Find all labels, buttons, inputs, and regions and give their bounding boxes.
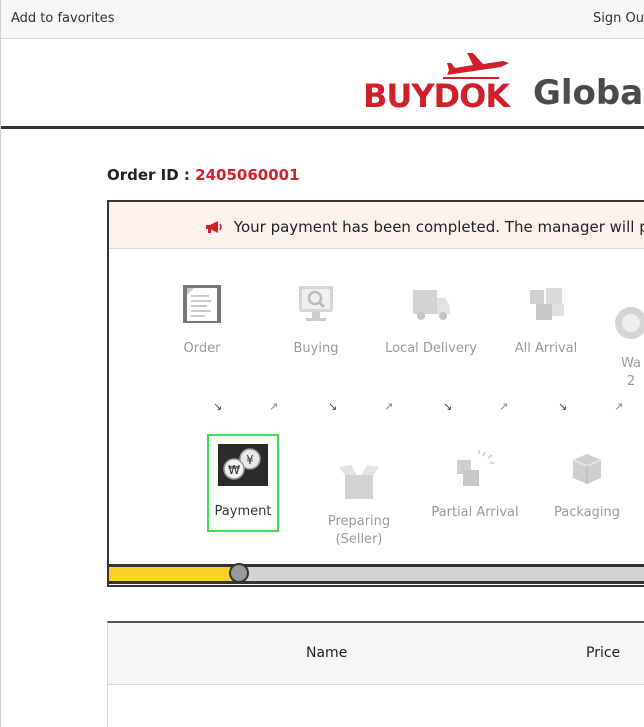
- step-buying-label: Buying: [293, 341, 339, 356]
- warehouse-icon: [615, 307, 644, 339]
- arrow-icon: ↘: [558, 400, 568, 413]
- page: Add to favorites Sign Out BUYDOK Global …: [0, 0, 644, 727]
- step-buying: Buying: [268, 284, 364, 358]
- step-packaging: Packaging: [539, 448, 635, 522]
- svg-text:₩: ₩: [228, 463, 240, 477]
- arrow-icon: ↗: [384, 400, 394, 413]
- order-id-label: Order ID :: [107, 166, 190, 184]
- order-document-icon: [183, 285, 221, 323]
- site-header: BUYDOK Global: [1, 39, 644, 129]
- table-header: Name Price: [108, 623, 644, 685]
- arrow-icon: ↘: [328, 400, 338, 413]
- order-progress-bar: [109, 563, 644, 584]
- truck-icon: [413, 290, 450, 320]
- step-preparing: Preparing (Seller): [311, 442, 407, 568]
- arrow-icon: ↗: [269, 400, 279, 413]
- boxes-icon: [530, 288, 564, 320]
- step-local-delivery-label: Local Delivery: [385, 341, 477, 356]
- column-header-price: Price: [586, 645, 621, 661]
- buydok-logo[interactable]: BUYDOK: [363, 49, 513, 121]
- sign-out-link[interactable]: Sign Out: [593, 11, 644, 26]
- megaphone-icon: [205, 218, 228, 236]
- arrow-icon: ↗: [614, 400, 624, 413]
- progress-fill: [109, 567, 239, 581]
- plane-icon: [443, 53, 509, 79]
- step-order: Order: [154, 284, 250, 358]
- step-packaging-label: Packaging: [554, 505, 620, 520]
- open-box-icon: [339, 465, 379, 499]
- step-preparing-label: Preparing (Seller): [327, 514, 391, 547]
- notice-text: Your payment has been completed. The man…: [233, 218, 644, 236]
- step-payment: ¥ ₩ Payment: [207, 434, 279, 532]
- order-status-panel: Your payment has been completed. The man…: [107, 200, 644, 587]
- progress-knob: [229, 563, 249, 583]
- step-all-arrival-label: All Arrival: [514, 341, 578, 356]
- arrow-icon: ↘: [443, 400, 453, 413]
- step-partial-arrival-label: Partial Arrival: [431, 505, 519, 520]
- logo-text: BUYDOK: [363, 77, 510, 115]
- site-title: Global: [533, 73, 644, 113]
- order-items-table: Name Price: [107, 621, 644, 727]
- order-id-value: 2405060001: [195, 166, 300, 184]
- monitor-search-icon: [299, 286, 333, 321]
- step-payment-label: Payment: [214, 504, 272, 519]
- package-icon: [572, 454, 602, 484]
- svg-text:¥: ¥: [246, 453, 254, 467]
- payment-notice: Your payment has been completed. The man…: [109, 202, 644, 249]
- column-header-name: Name: [306, 645, 348, 661]
- top-bar: Add to favorites Sign Out: [1, 0, 644, 39]
- step-warehouse-label: Wa 2: [621, 356, 641, 389]
- partial-boxes-icon: [457, 450, 494, 486]
- arrow-icon: ↘: [213, 400, 223, 413]
- step-local-delivery: Local Delivery: [383, 284, 479, 358]
- add-to-favorites-link[interactable]: Add to favorites: [11, 11, 115, 26]
- currency-coins-icon: ¥ ₩: [218, 444, 268, 486]
- step-order-label: Order: [183, 341, 221, 356]
- order-id: Order ID : 2405060001: [107, 166, 300, 184]
- step-all-arrival: All Arrival: [498, 284, 594, 358]
- step-warehouse: Wa 2: [591, 284, 644, 410]
- step-partial-arrival: Partial Arrival: [427, 448, 523, 522]
- arrow-icon: ↗: [499, 400, 509, 413]
